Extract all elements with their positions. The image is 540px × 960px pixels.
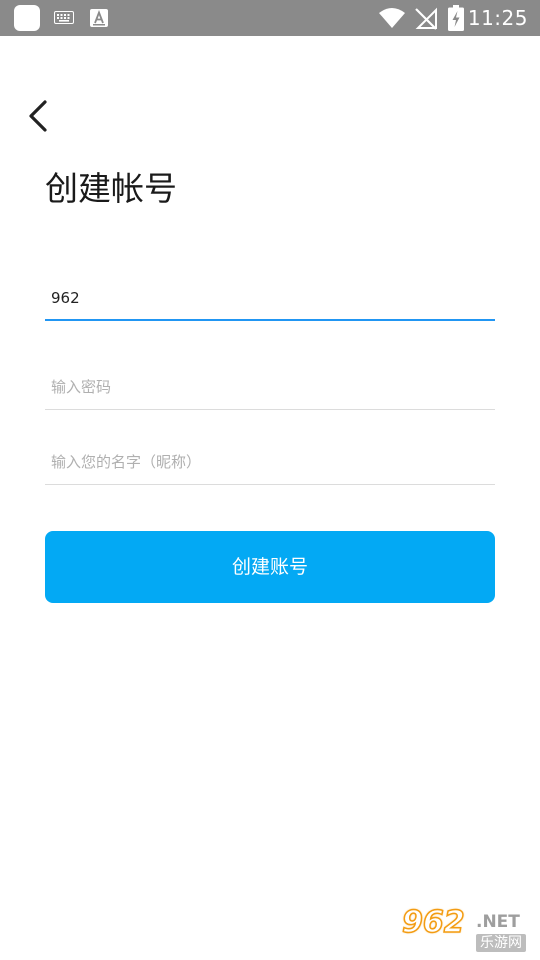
password-underline — [45, 409, 495, 410]
watermark-number: 962 — [401, 905, 465, 941]
signal-off-icon — [415, 7, 437, 30]
battery-charging-icon — [448, 5, 464, 31]
nickname-field — [45, 439, 495, 485]
create-account-screen: 11:25 创建帐号 创建账号 962 .NET 乐游网 — [0, 0, 540, 960]
watermark-net: .NET — [476, 912, 520, 932]
watermark-logo: 962 .NET 乐游网 — [400, 905, 532, 954]
keyboard-icon — [54, 11, 74, 24]
watermark-cn: 乐游网 — [476, 934, 526, 952]
account-underline — [45, 319, 495, 321]
page-title: 创建帐号 — [45, 169, 177, 208]
app-icon — [14, 5, 40, 31]
status-bar: 11:25 — [0, 0, 540, 36]
nickname-underline — [45, 484, 495, 485]
account-input[interactable] — [45, 275, 495, 321]
create-account-button[interactable]: 创建账号 — [45, 531, 495, 603]
nickname-input[interactable] — [45, 439, 495, 485]
password-field — [45, 364, 495, 410]
status-time: 11:25 — [467, 6, 528, 30]
wifi-icon — [379, 8, 405, 28]
a-icon — [90, 9, 108, 27]
account-field — [45, 275, 495, 321]
password-input[interactable] — [45, 364, 495, 410]
chevron-left-icon — [29, 100, 47, 132]
back-button[interactable] — [20, 96, 60, 136]
